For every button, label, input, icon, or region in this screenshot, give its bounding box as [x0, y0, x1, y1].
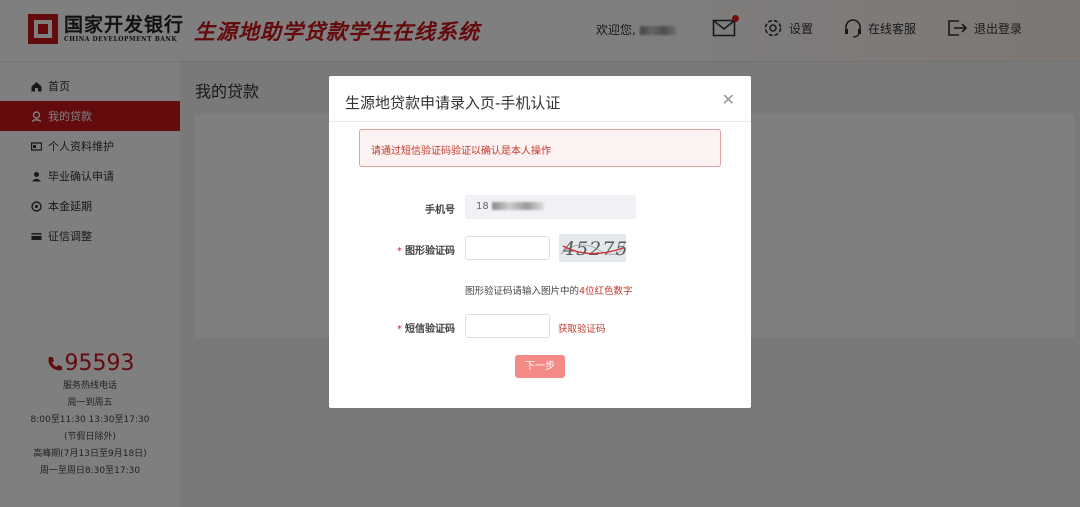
close-icon[interactable]: ✕	[722, 90, 735, 109]
get-sms-code-link[interactable]: 获取验证码	[558, 321, 606, 335]
dialog-divider	[329, 121, 751, 122]
captcha-label: * 图形验证码	[397, 246, 455, 257]
captcha-input[interactable]	[465, 236, 550, 260]
captcha-text: 45275	[562, 238, 626, 260]
next-step-button[interactable]: 下一步	[515, 355, 565, 378]
sms-label: * 短信验证码	[397, 324, 455, 335]
alert-message: 请通过短信验证码验证以确认是本人操作	[359, 129, 721, 167]
captcha-hint: 图形验证码请输入图片中的4位红色数字	[465, 286, 633, 297]
phone-label: 手机号	[425, 205, 455, 216]
sms-code-input[interactable]	[465, 314, 550, 338]
phone-redacted	[491, 202, 544, 210]
dialog-title: 生源地贷款申请录入页-手机认证	[345, 94, 561, 112]
captcha-image[interactable]: 45275	[559, 234, 626, 262]
phone-value: 18	[476, 201, 489, 212]
phone-verify-dialog: 生源地贷款申请录入页-手机认证 ✕ 请通过短信验证码验证以确认是本人操作 手机号…	[329, 76, 751, 408]
phone-field: 18	[465, 195, 636, 219]
